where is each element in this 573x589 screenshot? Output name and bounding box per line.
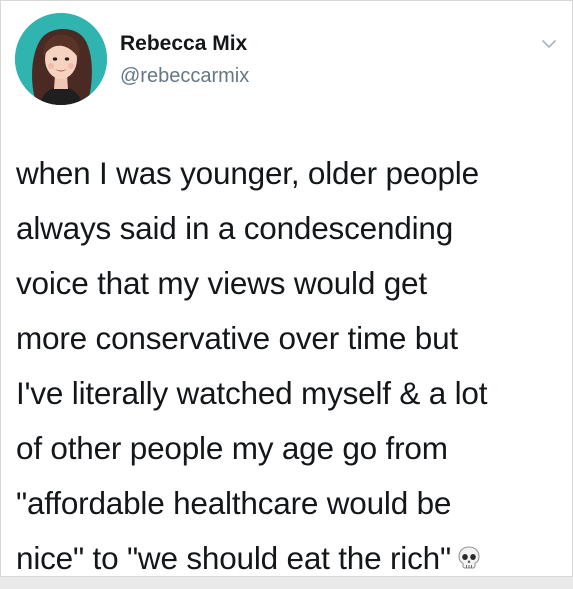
tweet-text-line: I've literally watched myself & a lot bbox=[16, 375, 488, 411]
tweet-text-line: nice" to "we should eat the rich" bbox=[16, 540, 451, 576]
tweet-text-line: when I was younger, older people bbox=[16, 155, 479, 191]
tweet-text-line: of other people my age go from bbox=[16, 430, 448, 466]
profile-portrait-icon bbox=[15, 13, 107, 105]
display-name[interactable]: Rebecca Mix bbox=[120, 32, 247, 56]
tweet-text-last-line: nice" to "we should eat the rich" bbox=[16, 531, 566, 586]
tweet-text-line: voice that my views would get bbox=[16, 265, 427, 301]
tweet-card: Rebecca Mix @rebeccarmix when I was youn… bbox=[0, 0, 573, 577]
skull-icon bbox=[455, 534, 483, 569]
user-handle[interactable]: @rebeccarmix bbox=[120, 64, 249, 88]
tweet-text-line: "affordable healthcare would be bbox=[16, 485, 452, 521]
tweet-text-line: always said in a condescending bbox=[16, 210, 454, 246]
tweet-text-line: more conservative over time but bbox=[16, 320, 458, 356]
tweet-text: when I was younger, older people always … bbox=[16, 146, 566, 586]
chevron-down-icon[interactable] bbox=[539, 34, 559, 54]
avatar[interactable] bbox=[15, 13, 107, 105]
